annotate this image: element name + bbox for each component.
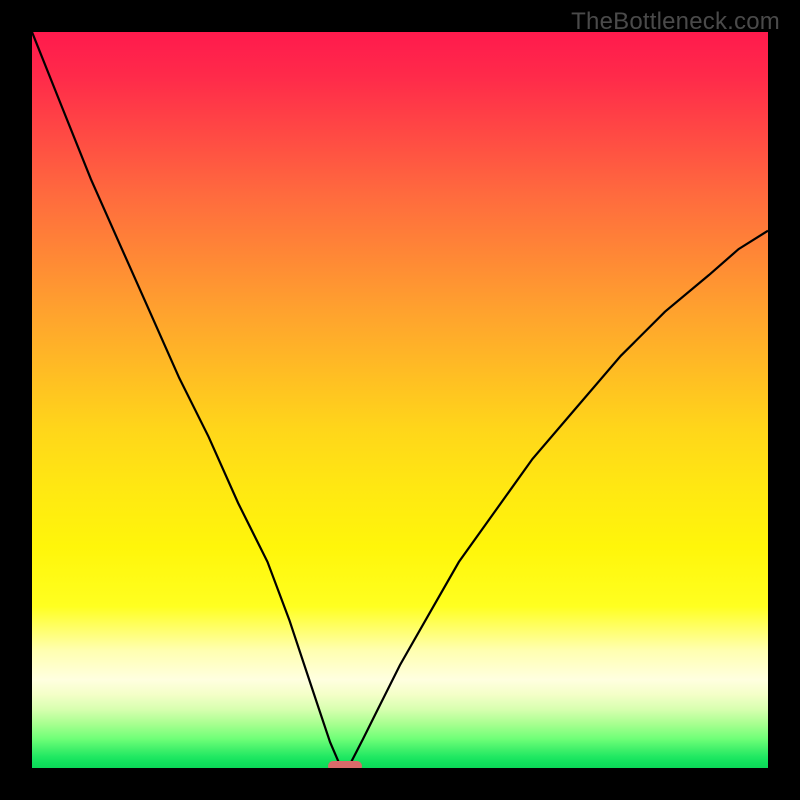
bottleneck-curve-right-path [350, 231, 768, 765]
notch-marker [328, 761, 362, 768]
outer-frame: TheBottleneck.com [0, 0, 800, 800]
bottleneck-curve-left-path [32, 32, 340, 764]
plot-area [32, 32, 768, 768]
curve-svg [32, 32, 768, 768]
